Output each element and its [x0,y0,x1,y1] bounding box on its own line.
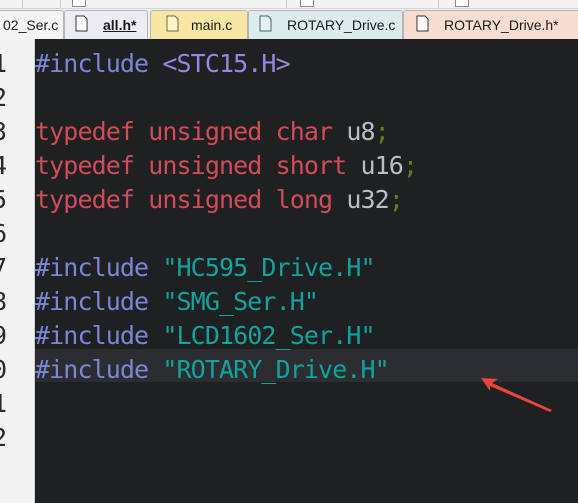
tab-label: all.h* [103,17,137,33]
toolbar-button[interactable] [300,0,314,7]
line-number: 5 [0,183,12,217]
tab-label: main.c [191,17,233,33]
tab-main-c[interactable]: main.c [150,10,248,39]
code-editor[interactable]: #include <STC15.H> typedef unsigned char… [35,39,578,503]
line-number: 9 [0,319,12,353]
tab-all-h[interactable]: all.h* [64,10,148,39]
line-number: 0 [0,353,12,387]
toolbar-button[interactable] [455,0,469,7]
tab-02-ser-c[interactable]: 02_Ser.c [0,10,64,39]
tab-label: ROTARY_Drive.h* [444,17,559,33]
toolbar [0,0,578,9]
tab-rotary-drive-c[interactable]: ROTARY_Drive.c [248,10,403,39]
h-file-icon [416,15,429,32]
line-number: 8 [0,285,12,319]
file-tab-bar: 02_Ser.c all.h* main.c ROTARY_Drive.c RO… [0,9,578,39]
line-number: 2 [0,81,12,115]
toolbar-separator [286,0,287,8]
line-number: 7 [0,251,12,285]
tab-label: 02_Ser.c [3,17,59,33]
line-number: 1 [0,47,12,81]
tab-label: ROTARY_Drive.c [287,17,396,33]
toolbar-button[interactable] [72,0,86,7]
annotation-arrow-icon [481,378,552,412]
line-number: 1 [0,387,12,421]
c-file-icon [166,15,179,32]
line-number-gutter: 1 2 3 4 5 6 7 8 9 0 1 2 [0,39,35,503]
tab-rotary-drive-h[interactable]: ROTARY_Drive.h* [403,10,578,39]
toolbar-separator [438,0,439,8]
line-number: 6 [0,217,12,251]
c-file-icon [259,15,272,32]
line-number: 2 [0,421,12,455]
toolbar-separator [60,0,61,8]
line-number: 4 [0,149,12,183]
line-number: 3 [0,115,12,149]
toolbar-separator [22,0,23,8]
h-file-icon [75,15,88,32]
